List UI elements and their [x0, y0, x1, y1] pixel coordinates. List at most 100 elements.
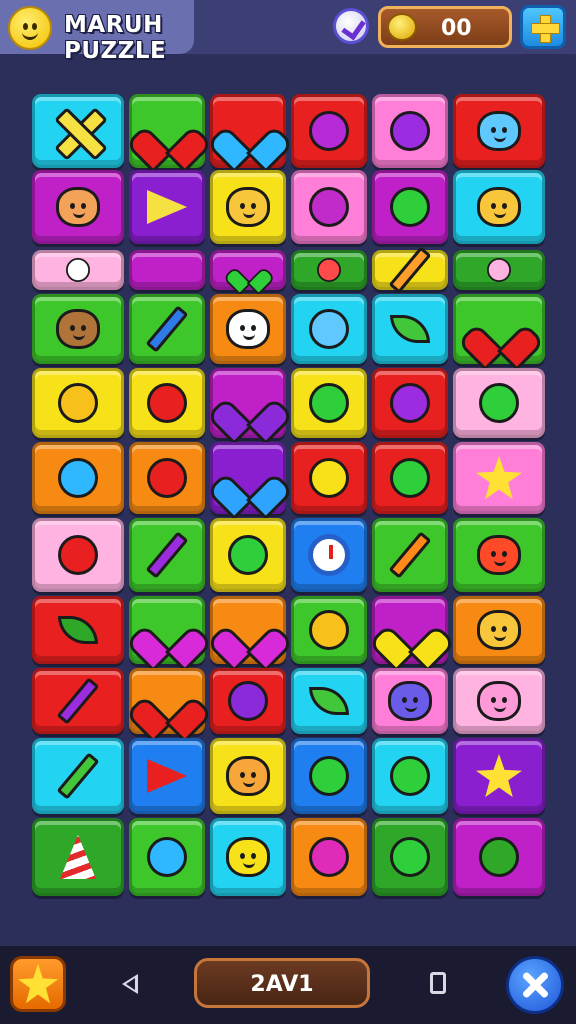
- smiley-icon: [8, 6, 52, 50]
- board-tile[interactable]: [32, 368, 124, 438]
- board-tile[interactable]: [32, 818, 124, 896]
- star-icon: [476, 754, 522, 798]
- board-tile[interactable]: [129, 738, 205, 814]
- star-icon: [476, 456, 522, 500]
- board-tile[interactable]: [291, 738, 367, 814]
- board-tile[interactable]: [291, 668, 367, 734]
- board-tile[interactable]: [129, 170, 205, 244]
- star-button[interactable]: [10, 956, 66, 1012]
- board-tile[interactable]: [129, 368, 205, 438]
- board-tile[interactable]: [210, 294, 286, 364]
- board-tile[interactable]: [32, 294, 124, 364]
- board-tile[interactable]: [210, 818, 286, 896]
- board-tile[interactable]: [129, 94, 205, 168]
- leaf-icon: [390, 315, 430, 343]
- board-tile[interactable]: [291, 94, 367, 168]
- board-tile[interactable]: [291, 818, 367, 896]
- circle-icon: [309, 309, 349, 349]
- board-tile[interactable]: [372, 368, 448, 438]
- circle-icon: [309, 837, 349, 877]
- board-tile[interactable]: [32, 442, 124, 514]
- pencil-icon: [56, 752, 100, 800]
- board-tile[interactable]: [372, 738, 448, 814]
- board-tile[interactable]: [453, 596, 545, 664]
- board-tile[interactable]: [291, 596, 367, 664]
- board-tile[interactable]: [291, 170, 367, 244]
- board-tile[interactable]: [291, 250, 367, 290]
- board-tile[interactable]: [129, 250, 205, 290]
- board-tile[interactable]: [32, 170, 124, 244]
- board-tile[interactable]: [291, 368, 367, 438]
- board-tile[interactable]: [129, 596, 205, 664]
- back-nav-icon[interactable]: [122, 974, 138, 994]
- board-tile[interactable]: [453, 668, 545, 734]
- close-button[interactable]: [506, 956, 564, 1014]
- board-tile[interactable]: [453, 738, 545, 814]
- board-tile[interactable]: [210, 596, 286, 664]
- board-tile[interactable]: [32, 94, 124, 168]
- circle-icon: [390, 458, 430, 498]
- board-tile[interactable]: [210, 738, 286, 814]
- board-tile[interactable]: [129, 294, 205, 364]
- top-bar: MARUH PUZZLE 00: [0, 0, 576, 64]
- board-tile[interactable]: [291, 442, 367, 514]
- board-tile[interactable]: [32, 518, 124, 592]
- board-tile[interactable]: [210, 368, 286, 438]
- board-tile[interactable]: [32, 596, 124, 664]
- board-tile[interactable]: [453, 518, 545, 592]
- board-tile[interactable]: [129, 518, 205, 592]
- circle-icon: [147, 837, 187, 877]
- board-tile[interactable]: [453, 250, 545, 290]
- board-tile[interactable]: [129, 818, 205, 896]
- board-tile[interactable]: [372, 668, 448, 734]
- board-tile[interactable]: [32, 668, 124, 734]
- heart-icon: [147, 683, 187, 719]
- board-tile[interactable]: [372, 294, 448, 364]
- play-icon: [147, 190, 187, 224]
- board-tile[interactable]: [372, 442, 448, 514]
- board-tile[interactable]: [210, 94, 286, 168]
- add-coins-button[interactable]: [520, 5, 566, 49]
- star-icon: [18, 964, 58, 1004]
- check-badge-icon[interactable]: [333, 8, 369, 44]
- board-tile[interactable]: [453, 368, 545, 438]
- pencil-icon: [388, 531, 432, 579]
- board-tile[interactable]: [32, 738, 124, 814]
- leaf-icon: [58, 616, 98, 644]
- leaf-icon: [309, 687, 349, 715]
- board-tile[interactable]: [210, 668, 286, 734]
- board-tile[interactable]: [372, 246, 448, 294]
- board-tile[interactable]: [453, 294, 545, 364]
- board-tile[interactable]: [372, 170, 448, 244]
- recents-nav-icon[interactable]: [430, 972, 446, 994]
- board-tile[interactable]: [453, 94, 545, 168]
- board-tile[interactable]: [210, 442, 286, 514]
- board-tile[interactable]: [210, 170, 286, 244]
- circle-icon: [66, 258, 90, 282]
- board-tile[interactable]: [453, 442, 545, 514]
- board-tile[interactable]: [453, 170, 545, 244]
- board-tile[interactable]: [129, 668, 205, 734]
- board-tile[interactable]: [129, 442, 205, 514]
- heart-icon: [236, 259, 260, 281]
- face-icon: [226, 837, 270, 877]
- board-tile[interactable]: [372, 818, 448, 896]
- board-tile[interactable]: [291, 518, 367, 592]
- face-icon: [226, 756, 270, 796]
- circle-icon: [479, 837, 519, 877]
- board-tile[interactable]: [210, 518, 286, 592]
- board-tile[interactable]: [210, 250, 286, 290]
- face-icon: [477, 111, 521, 151]
- score-value: 00: [441, 16, 472, 41]
- circle-icon: [309, 458, 349, 498]
- cone-icon: [60, 835, 96, 879]
- board-tile[interactable]: [372, 518, 448, 592]
- board-tile[interactable]: [32, 250, 124, 290]
- level-label: 2AV1: [250, 972, 314, 997]
- board-tile[interactable]: [291, 294, 367, 364]
- board-tile[interactable]: [453, 818, 545, 896]
- board-tile[interactable]: [372, 94, 448, 168]
- face-icon: [226, 187, 270, 227]
- circle-icon: [390, 111, 430, 151]
- board-tile[interactable]: [372, 596, 448, 664]
